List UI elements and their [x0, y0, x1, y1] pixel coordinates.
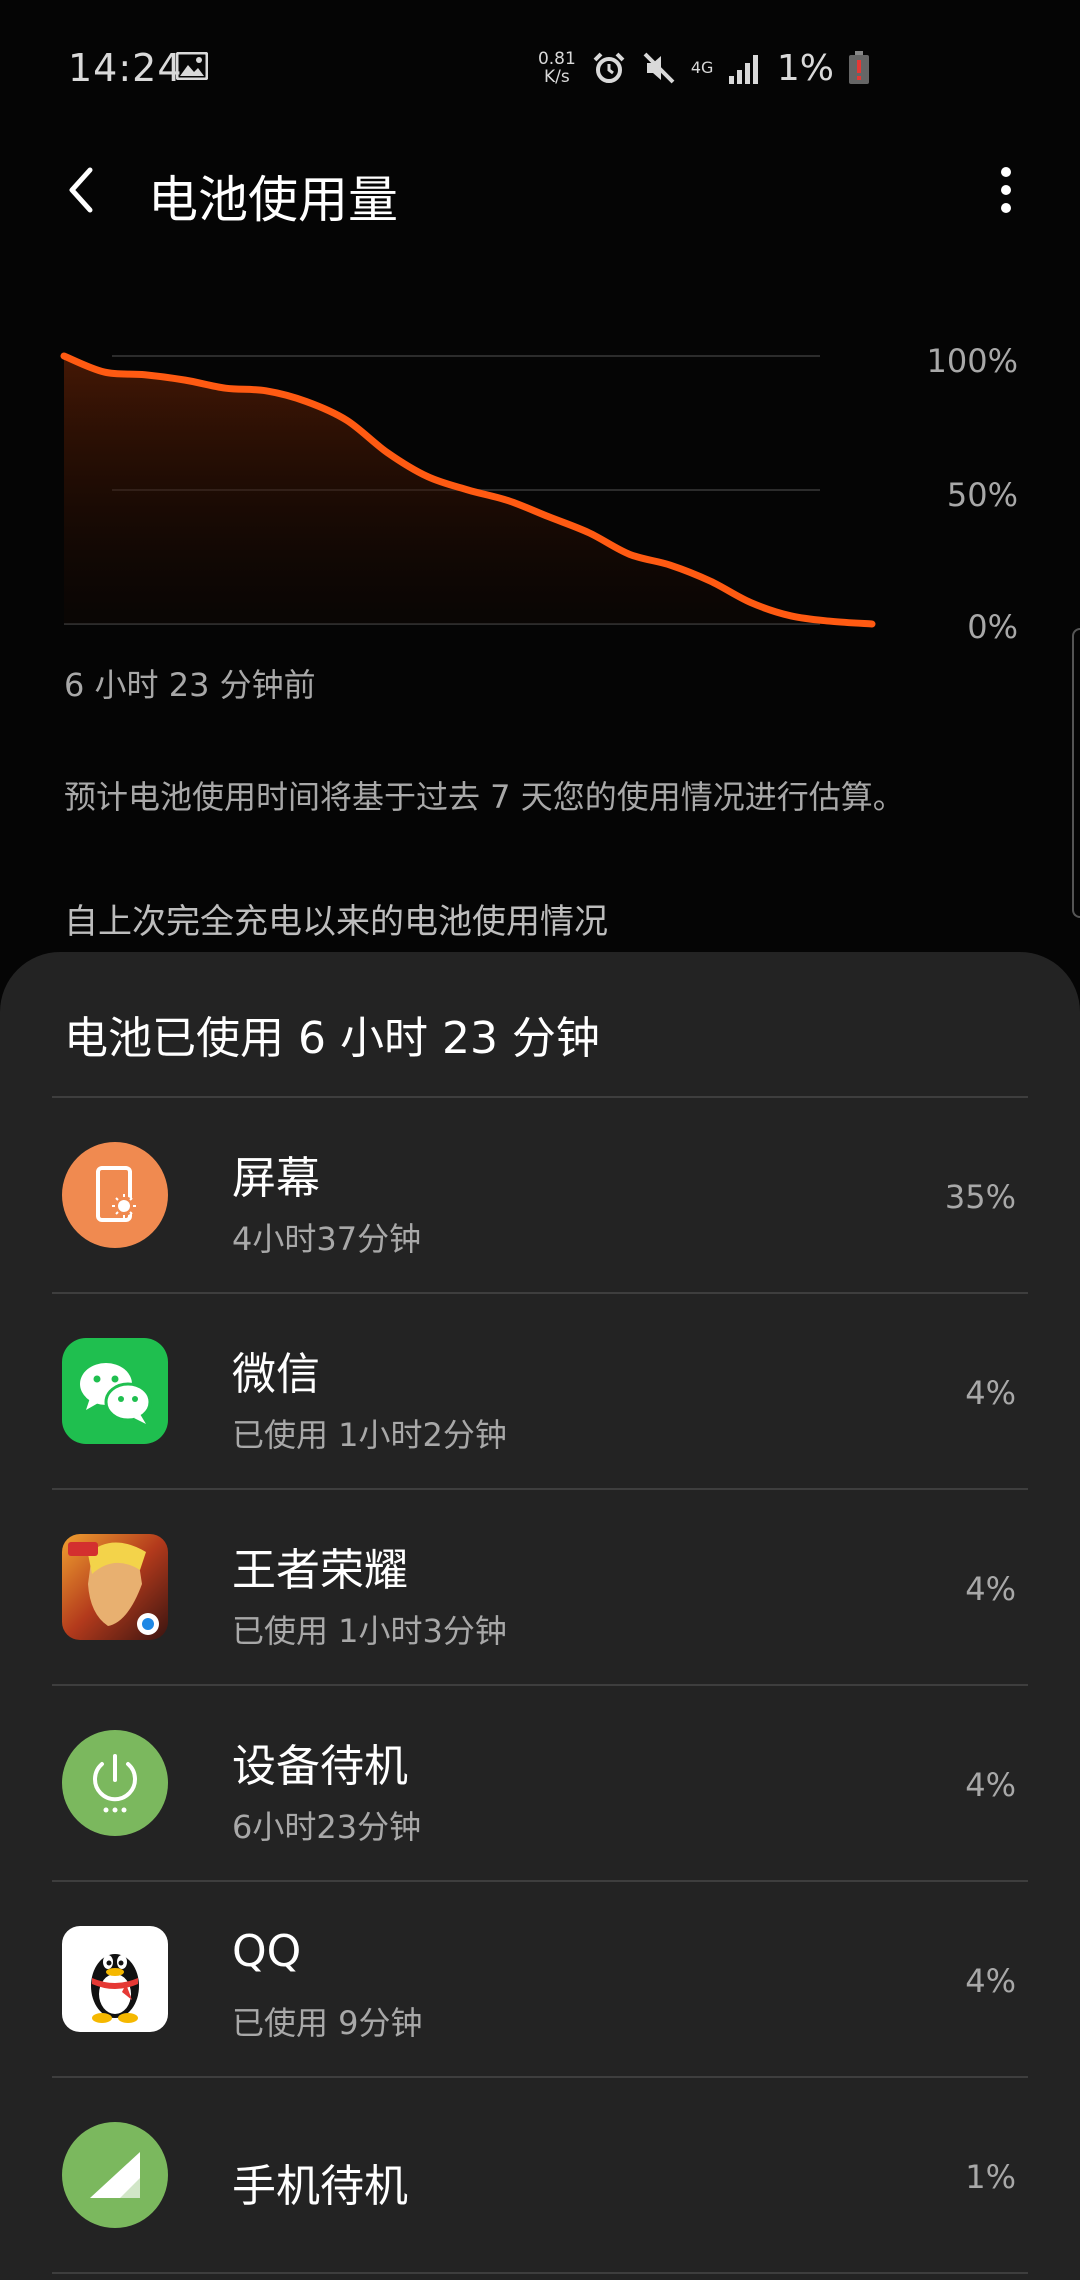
cell-signal-icon — [728, 55, 758, 84]
app-usage-time: 6小时23分钟 — [232, 1808, 422, 1846]
app-name: 设备待机 — [232, 1741, 408, 1792]
battery-level-chart: 100% 50% 0% — [60, 342, 1018, 640]
honor-of-kings-icon — [62, 1534, 168, 1640]
app-percent: 4% — [965, 1374, 1016, 1412]
app-usage-time: 已使用 1小时3分钟 — [232, 1612, 507, 1650]
y-tick-100: 100% — [927, 342, 1018, 380]
app-usage-time: 4小时37分钟 — [232, 1220, 422, 1258]
back-button[interactable] — [52, 158, 116, 222]
app-percent: 4% — [965, 1962, 1016, 2000]
usage-item-honor-of-kings[interactable]: 王者荣耀 已使用 1小时3分钟 4% — [0, 1490, 1080, 1686]
usage-item-screen[interactable]: 屏幕 4小时37分钟 35% — [0, 1098, 1080, 1294]
app-usage-time: 已使用 9分钟 — [232, 2004, 423, 2042]
qq-penguin-icon — [62, 1926, 168, 2032]
mute-icon — [643, 52, 675, 84]
app-percent: 4% — [965, 1570, 1016, 1608]
chart-x-start-label: 6 小时 23 分钟前 — [64, 666, 316, 704]
screen-icon — [62, 1142, 168, 1248]
y-tick-0: 0% — [967, 608, 1018, 640]
usage-item-phone-idle[interactable]: 手机待机 1% — [0, 2078, 1080, 2274]
app-name: 屏幕 — [232, 1153, 320, 1204]
app-name: QQ — [232, 1926, 302, 1977]
app-percent: 35% — [944, 1178, 1016, 1216]
app-percent: 1% — [965, 2158, 1016, 2196]
network-speed: 0.81 K/s — [537, 50, 577, 86]
more-options-button[interactable] — [974, 158, 1038, 222]
status-icons: 0.81 K/s 4G 1% — [537, 46, 870, 90]
usage-sheet: 电池已使用 6 小时 23 分钟 屏幕 4小时37分钟 35% 微信 已使用 1… — [0, 952, 1080, 2280]
status-bar: 14:24 0.81 K/s 4G 1% — [0, 0, 1080, 130]
divider — [52, 2272, 1028, 2274]
app-name: 王者荣耀 — [232, 1545, 408, 1596]
gallery-icon — [176, 52, 208, 80]
app-name: 微信 — [232, 1349, 320, 1400]
status-time: 14:24 — [68, 46, 183, 90]
usage-item-qq[interactable]: QQ 已使用 9分钟 4% — [0, 1882, 1080, 2078]
network-speed-value: 0.81 — [537, 49, 576, 69]
battery-low-icon — [849, 51, 869, 84]
network-speed-unit: K/s — [544, 67, 570, 87]
wechat-icon — [62, 1338, 168, 1444]
battery-usage-screen: 14:24 0.81 K/s 4G 1% 电池使用量 100% 50% 0% 6… — [0, 0, 1080, 2280]
estimate-note: 预计电池使用时间将基于过去 7 天您的使用情况进行估算。 — [64, 778, 905, 816]
app-bar: 电池使用量 — [0, 140, 1080, 240]
alarm-icon — [593, 52, 625, 83]
section-header: 自上次完全充电以来的电池使用情况 — [64, 902, 608, 942]
usage-item-wechat[interactable]: 微信 已使用 1小时2分钟 4% — [0, 1294, 1080, 1490]
app-percent: 4% — [965, 1766, 1016, 1804]
y-tick-50: 50% — [947, 476, 1018, 514]
page-title: 电池使用量 — [148, 171, 398, 229]
app-usage-time: 已使用 1小时2分钟 — [232, 1416, 507, 1454]
usage-list: 屏幕 4小时37分钟 35% 微信 已使用 1小时2分钟 4% 王者荣耀 已使用… — [0, 1098, 1080, 2274]
battery-percent: 1% — [776, 47, 834, 89]
usage-item-device-idle[interactable]: 设备待机 6小时23分钟 4% — [0, 1686, 1080, 1882]
scroll-indicator[interactable] — [1072, 628, 1080, 918]
usage-sheet-title: 电池已使用 6 小时 23 分钟 — [64, 1013, 600, 1064]
network-type: 4G — [690, 58, 714, 77]
power-icon — [62, 1730, 168, 1836]
signal-icon — [62, 2122, 168, 2228]
app-name: 手机待机 — [232, 2161, 408, 2212]
